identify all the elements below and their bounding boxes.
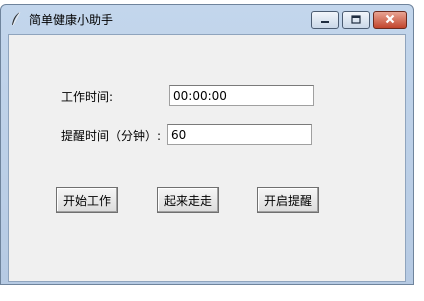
maximize-button[interactable] <box>342 11 370 29</box>
close-icon <box>385 13 395 27</box>
enable-remind-button[interactable]: 开启提醒 <box>257 187 319 213</box>
walk-around-button[interactable]: 起来走走 <box>157 187 219 213</box>
app-window: 简单健康小助手 工作时间: 提醒时间（分钟）: 开始工作 起来走走 开启提醒 <box>0 4 414 285</box>
work-time-field[interactable] <box>169 85 314 106</box>
minimize-icon <box>320 13 330 27</box>
minimize-button[interactable] <box>311 11 339 29</box>
remind-time-label: 提醒时间（分钟）: <box>61 129 162 143</box>
remind-time-field[interactable] <box>167 124 312 145</box>
start-work-button[interactable]: 开始工作 <box>56 187 118 213</box>
client-area: 工作时间: 提醒时间（分钟）: 开始工作 起来走走 开启提醒 <box>8 34 406 282</box>
title-bar[interactable]: 简单健康小助手 <box>1 5 413 33</box>
close-button[interactable] <box>373 11 407 29</box>
window-title: 简单健康小助手 <box>29 13 114 27</box>
feather-icon <box>9 11 23 27</box>
work-time-label: 工作时间: <box>61 90 114 104</box>
maximize-icon <box>351 13 361 27</box>
